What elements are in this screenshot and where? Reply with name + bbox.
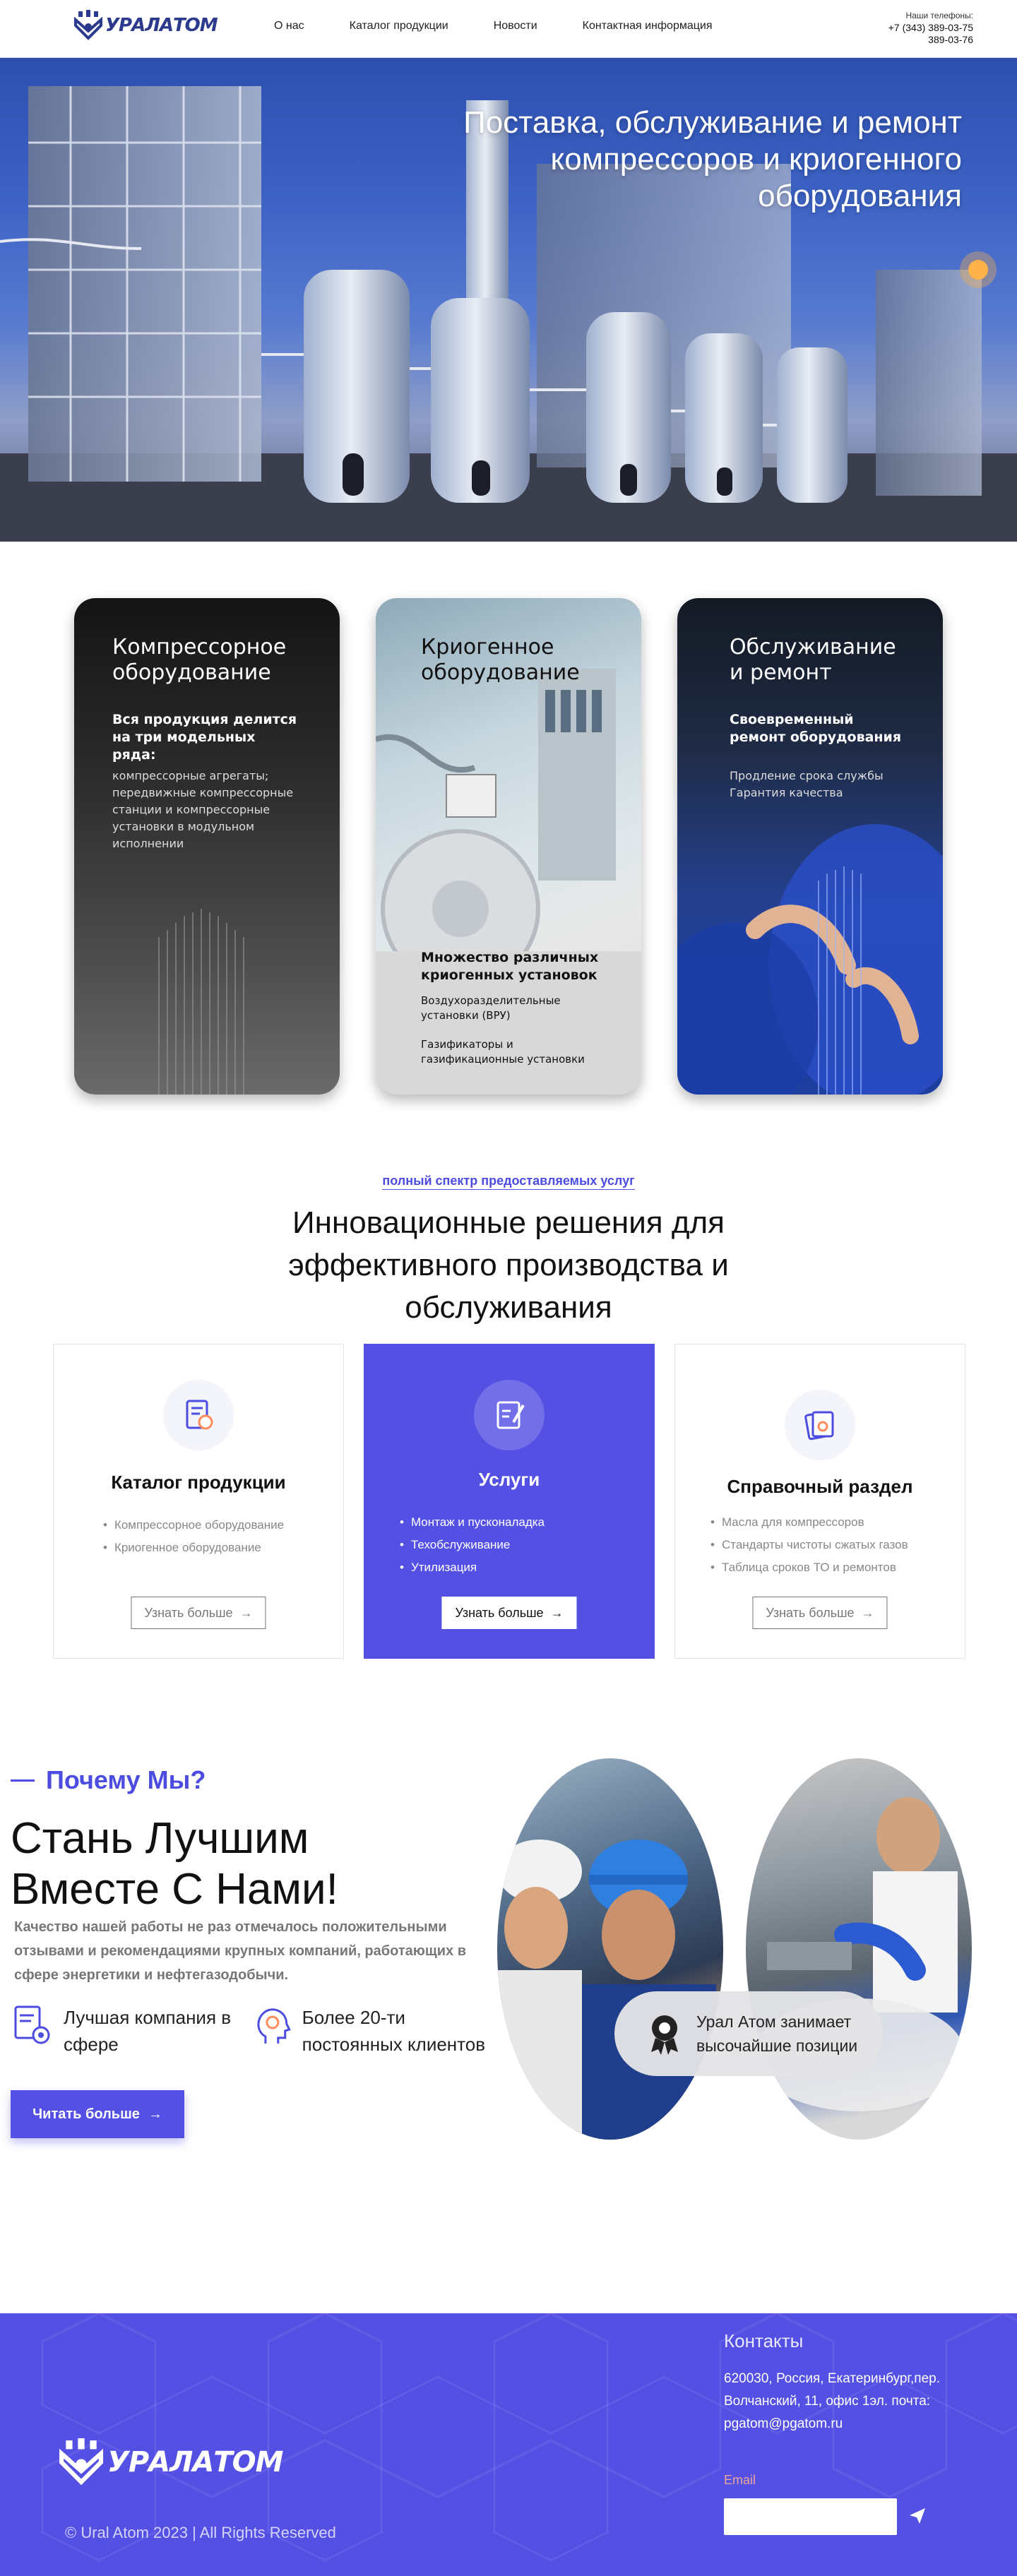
engineers-illustration bbox=[497, 1839, 716, 2140]
list-item: Техобслуживание bbox=[400, 1534, 545, 1556]
list-item: Монтаж и пусконаладка bbox=[400, 1511, 545, 1534]
catalog-icon bbox=[163, 1380, 234, 1450]
feature-best-company-text: Лучшая компания в сфере bbox=[64, 2007, 232, 2055]
service-catalog-title: Каталог продукции bbox=[111, 1472, 286, 1493]
card-compressor-body: компрессорные агрегаты; передвижные комп… bbox=[112, 769, 294, 850]
site-header: УРАЛАТОМ О нас Каталог продукции Новости… bbox=[0, 0, 1017, 58]
service-services[interactable]: Услуги Монтаж и пусконаладка Техобслужив… bbox=[364, 1344, 655, 1659]
phone-1[interactable]: +7 (343) 389-03-75 bbox=[888, 22, 973, 34]
header-phones: Наши телефоны: +7 (343) 389-03-75 389-03… bbox=[888, 10, 973, 46]
list-item: Компрессорное оборудование bbox=[103, 1514, 284, 1537]
worker-illustration bbox=[753, 1797, 965, 2111]
why-title: Стань Лучшим Вместе С Нами! bbox=[11, 1813, 338, 1915]
send-icon[interactable] bbox=[908, 2507, 927, 2525]
card-cryogenic-body-2: Газификаторы и газификационные установки bbox=[421, 1038, 585, 1066]
button-label: Узнать больше bbox=[766, 1605, 855, 1620]
card-service-subtitle: Своевременный ремонт оборудования bbox=[730, 712, 902, 745]
main-nav: О нас Каталог продукции Новости Контактн… bbox=[274, 20, 713, 32]
feature-clients-text: Более 20-ти постоянных клиентов bbox=[302, 2007, 486, 2055]
why-label: Почему Мы? bbox=[11, 1765, 206, 1795]
copyright: © Ural Atom 2023 | All Rights Reserved bbox=[65, 2524, 336, 2541]
service-services-button[interactable]: Узнать больше → bbox=[441, 1597, 577, 1629]
hero-title: Поставка, обслуживание и ремонт компресс… bbox=[463, 105, 962, 213]
list-item: Утилизация bbox=[400, 1556, 545, 1579]
why-title-line-1: Стань Лучшим bbox=[11, 1814, 309, 1863]
idea-head-icon bbox=[257, 2008, 291, 2044]
read-more-label: Читать больше bbox=[32, 2106, 140, 2122]
card-cryogenic[interactable]: Криогенное оборудование Множество различ… bbox=[376, 598, 641, 1095]
nav-catalog[interactable]: Каталог продукции bbox=[350, 20, 448, 32]
feature-clients: Более 20-ти постоянных клиентов bbox=[251, 2004, 499, 2058]
dash-icon bbox=[11, 1779, 35, 1782]
logo-icon bbox=[74, 10, 102, 40]
footer-logo[interactable]: УРАЛАТОМ bbox=[59, 2438, 283, 2487]
page: УРАЛАТОМ О нас Каталог продукции Новости… bbox=[0, 0, 1017, 2576]
footer-contacts: Контакты 620030, Россия, Екатеринбург,пе… bbox=[724, 2330, 964, 2435]
achievement-badge: Урал Атом занимает высочайшие позиции bbox=[614, 1991, 883, 2076]
why-label-text: Почему Мы? bbox=[46, 1765, 206, 1794]
nav-contacts[interactable]: Контактная информация bbox=[583, 20, 713, 32]
list-item: Масла для компрессоров bbox=[710, 1511, 908, 1534]
card-service-title: Обслуживание и ремонт bbox=[730, 635, 896, 685]
service-catalog[interactable]: Каталог продукции Компрессорное оборудов… bbox=[53, 1344, 344, 1659]
award-icon bbox=[651, 2015, 678, 2055]
service-catalog-button[interactable]: Узнать больше → bbox=[131, 1597, 266, 1629]
service-reference-title: Справочный раздел bbox=[727, 1476, 913, 1497]
nav-about[interactable]: О нас bbox=[274, 20, 304, 32]
service-services-title: Услуги bbox=[478, 1469, 540, 1490]
badge-text: Урал Атом занимает высочайшие позиции bbox=[696, 2012, 858, 2055]
card-cryogenic-subtitle: Множество различных криогенных установок bbox=[421, 950, 599, 983]
contacts-title: Контакты bbox=[724, 2330, 804, 2351]
why-text: Качество нашей работы не раз отмечалось … bbox=[14, 1919, 466, 1983]
photo-worker bbox=[746, 1758, 972, 2140]
button-label: Узнать больше bbox=[455, 1605, 544, 1620]
card-cryogenic-body-1: Воздухоразделительные установки (ВРУ) bbox=[421, 994, 561, 1022]
read-more-button[interactable]: Читать больше → bbox=[11, 2090, 184, 2138]
email-label: Email bbox=[724, 2473, 756, 2487]
service-services-list: Монтаж и пусконаладка Техобслуживание Ут… bbox=[400, 1511, 545, 1579]
card-compressor[interactable]: Компрессорное оборудование Вся продукция… bbox=[74, 598, 340, 1095]
arrow-right-icon: → bbox=[148, 2106, 162, 2122]
arrow-right-icon: → bbox=[239, 1605, 253, 1620]
footer-logo-text: УРАЛАТОМ bbox=[107, 2446, 283, 2479]
service-reference-button[interactable]: Узнать больше → bbox=[752, 1597, 888, 1629]
nav-news[interactable]: Новости bbox=[494, 20, 537, 32]
photo-engineers bbox=[497, 1758, 723, 2140]
site-footer: УРАЛАТОМ © Ural Atom 2023 | All Rights R… bbox=[0, 2313, 1017, 2576]
logo[interactable]: УРАЛАТОМ bbox=[74, 10, 218, 41]
services-title: Инновационные решения для эффективного п… bbox=[288, 1205, 729, 1325]
arrow-right-icon: → bbox=[550, 1605, 564, 1620]
card-service[interactable]: Обслуживание и ремонт Своевременный ремо… bbox=[677, 598, 943, 1095]
why-title-line-2: Вместе С Нами! bbox=[11, 1865, 338, 1914]
logo-icon bbox=[59, 2438, 103, 2486]
tools-icon bbox=[474, 1380, 545, 1450]
logo-text: УРАЛАТОМ bbox=[105, 15, 218, 36]
services-tagline: полный спектр предоставляемых услуг bbox=[0, 1174, 1017, 1190]
gear-document-icon bbox=[14, 2005, 50, 2044]
list-item: Криогенное оборудование bbox=[103, 1537, 284, 1559]
card-service-body-2: Гарантия качества bbox=[730, 786, 843, 799]
card-service-body-1: Продление срока службы bbox=[730, 769, 884, 782]
service-reference-list: Масла для компрессоров Стандарты чистоты… bbox=[710, 1511, 908, 1579]
services-tagline-text: полный спектр предоставляемых услуг bbox=[382, 1174, 635, 1190]
contacts-address: 620030, Россия, Екатеринбург,пер. Волчан… bbox=[724, 2371, 941, 2431]
list-item: Стандарты чистоты сжатых газов bbox=[710, 1534, 908, 1556]
arrow-right-icon: → bbox=[861, 1605, 874, 1620]
email-input[interactable] bbox=[724, 2498, 897, 2535]
phone-2[interactable]: 389-03-76 bbox=[888, 34, 973, 46]
card-cryogenic-title: Криогенное оборудование bbox=[421, 635, 580, 685]
card-compressor-subtitle: Вся продукция делится на три модельных р… bbox=[112, 712, 297, 763]
card-compressor-title: Компрессорное оборудование bbox=[112, 635, 287, 685]
list-item: Таблица сроков ТО и ремонтов bbox=[710, 1556, 908, 1579]
phones-label: Наши телефоны: bbox=[905, 11, 973, 20]
button-label: Узнать больше bbox=[144, 1605, 233, 1620]
document-icon bbox=[785, 1390, 855, 1460]
hero-banner: Поставка, обслуживание и ремонт компресс… bbox=[0, 58, 1017, 542]
feature-best-company: Лучшая компания в сфере bbox=[13, 2004, 239, 2058]
service-reference[interactable]: Справочный раздел Масла для компрессоров… bbox=[674, 1344, 965, 1659]
service-catalog-list: Компрессорное оборудование Криогенное об… bbox=[103, 1514, 284, 1559]
